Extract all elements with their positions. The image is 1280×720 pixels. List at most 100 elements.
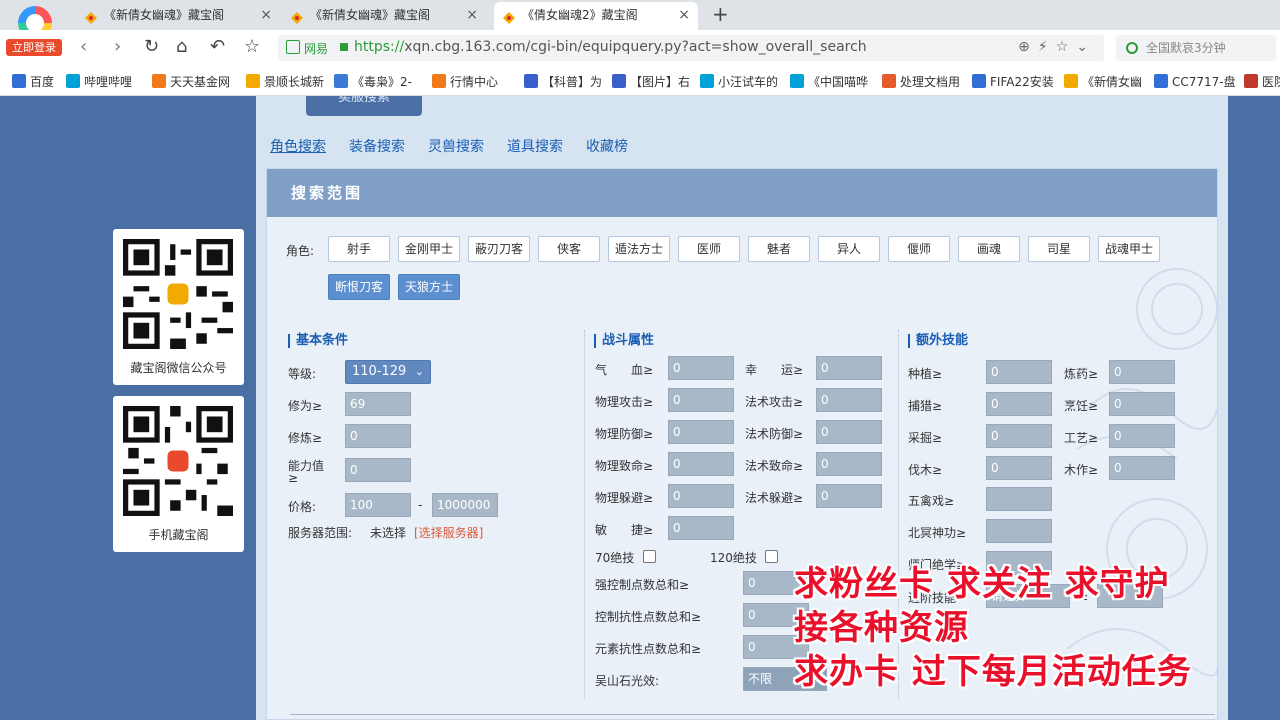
xiuwei-input[interactable]: 69: [345, 392, 411, 416]
combat-attr-input[interactable]: 0: [668, 452, 734, 476]
skill70-label: 70绝技: [595, 551, 635, 565]
bookmark-item[interactable]: 哔哩哔哩: [66, 73, 132, 90]
bookmark-item[interactable]: 百度: [12, 73, 54, 90]
lock-icon: [340, 43, 348, 51]
role-button[interactable]: 异人: [818, 236, 880, 262]
bookmark-item[interactable]: 《中国喵哗: [790, 73, 868, 90]
role-button[interactable]: 金刚甲士: [398, 236, 460, 262]
url-actions[interactable]: ⊕⚡☆⌄: [1018, 39, 1096, 55]
combat-attr-input[interactable]: 0: [668, 388, 734, 412]
role-button[interactable]: 战魂甲士: [1098, 236, 1160, 262]
life-skill-input[interactable]: 0: [1109, 392, 1175, 416]
server-search-tab[interactable]: 卖服搜索: [306, 96, 422, 116]
role-button[interactable]: 司星: [1028, 236, 1090, 262]
combat-attr-input[interactable]: 0: [668, 484, 734, 508]
bookmark-item[interactable]: 【科普】为: [524, 73, 602, 90]
tab-item-search[interactable]: 道具搜索: [507, 136, 563, 156]
price-max-input[interactable]: 1000000: [432, 493, 498, 517]
wuqinxi-input[interactable]: [986, 487, 1052, 511]
life-skill-input[interactable]: 0: [1109, 360, 1175, 384]
tab-favorites[interactable]: 收藏榜: [586, 136, 628, 156]
ability-input[interactable]: 0: [345, 458, 411, 482]
address-bar: ‹ › ↻ ⌂ ↶ ☆ 网易 https://xqn.cbg.163.com/c…: [0, 30, 1280, 66]
back-icon[interactable]: ‹: [80, 36, 87, 57]
close-tab-icon[interactable]: ×: [260, 2, 272, 28]
bookmark-item[interactable]: CC7717-盘: [1154, 73, 1236, 90]
skill70-checkbox[interactable]: [643, 550, 656, 563]
role-button[interactable]: 偃师: [888, 236, 950, 262]
star-icon[interactable]: ☆: [244, 36, 260, 57]
life-skill-input[interactable]: 0: [1109, 456, 1175, 480]
login-button[interactable]: 立即登录: [6, 39, 62, 56]
security-icon: [286, 40, 300, 54]
search-input[interactable]: 全国默哀3分钟: [1116, 35, 1276, 61]
life-skill-input[interactable]: 0: [986, 456, 1052, 480]
role-button[interactable]: 天狼方士: [398, 274, 460, 300]
combat-attr-input[interactable]: 0: [816, 420, 882, 444]
xiulian-input[interactable]: 0: [345, 424, 411, 448]
browser-tab[interactable]: 《新倩女幽魂》藏宝阁 ×: [282, 2, 486, 30]
bookmark-item[interactable]: FIFA22安装: [972, 73, 1054, 90]
combat-attr-input[interactable]: 0: [668, 420, 734, 444]
qr-code-icon: [123, 239, 233, 349]
url-field[interactable]: 网易 https://xqn.cbg.163.com/cgi-bin/equip…: [278, 35, 1104, 61]
combat-attr-input[interactable]: 0: [668, 356, 734, 380]
bookmark-item[interactable]: 医院: [1244, 73, 1280, 90]
life-skill-input[interactable]: 0: [986, 424, 1052, 448]
bookmark-item[interactable]: 《新倩女幽: [1064, 73, 1142, 90]
combat-attr-input[interactable]: 0: [816, 452, 882, 476]
browser-tab-active[interactable]: 《倩女幽魂2》藏宝阁 ×: [494, 2, 698, 30]
select-server-link[interactable]: [选择服务器]: [414, 524, 483, 541]
bookmark-item[interactable]: 《毒枭》2-: [334, 73, 412, 90]
close-tab-icon[interactable]: ×: [466, 2, 478, 28]
combat-attr-input[interactable]: 0: [816, 388, 882, 412]
browser-tab-bar: 《新倩女幽魂》藏宝阁 × 《新倩女幽魂》藏宝阁 × 《倩女幽魂2》藏宝阁 × +: [0, 0, 1280, 30]
forward-icon[interactable]: ›: [114, 36, 121, 57]
role-button[interactable]: 断恨刀客: [328, 274, 390, 300]
life-skill-input[interactable]: 0: [1109, 424, 1175, 448]
beiming-input[interactable]: [986, 519, 1052, 543]
close-tab-icon[interactable]: ×: [678, 2, 690, 28]
life-skill-input[interactable]: 0: [986, 392, 1052, 416]
bookmark-item[interactable]: 【图片】右: [612, 73, 690, 90]
home-icon[interactable]: ⌂: [176, 36, 187, 57]
new-tab-button[interactable]: +: [712, 2, 729, 26]
role-button[interactable]: 医师: [678, 236, 740, 262]
bookmark-item[interactable]: 小汪试车的: [700, 73, 778, 90]
url-text: https://xqn.cbg.163.com/cgi-bin/equipque…: [354, 39, 867, 55]
role-button[interactable]: 蔽刃刀客: [468, 236, 530, 262]
role-button[interactable]: 射手: [328, 236, 390, 262]
combat-attr-label: 物理致命≥: [595, 459, 654, 473]
bookmark-item[interactable]: 景顺长城新: [246, 73, 324, 90]
qr-code-icon: [123, 406, 233, 516]
combat-attr-input[interactable]: 0: [816, 356, 882, 380]
cbg-favicon-icon: [502, 8, 516, 24]
price-min-input[interactable]: 100: [345, 493, 411, 517]
level-select[interactable]: 110-129 ⌄: [345, 360, 431, 384]
bookmark-favicon-icon: [1154, 74, 1168, 88]
combat-attr-label: 物理躲避≥: [595, 491, 654, 505]
browser-tab[interactable]: 《新倩女幽魂》藏宝阁 ×: [76, 2, 280, 30]
cbg-favicon-icon: [84, 8, 98, 24]
role-label: 角色:: [286, 244, 315, 258]
skill120-checkbox[interactable]: [765, 550, 778, 563]
role-button[interactable]: 画魂: [958, 236, 1020, 262]
life-skill-label: 烹饪≥: [1064, 399, 1099, 413]
bookmark-item[interactable]: 处理文档用: [882, 73, 960, 90]
tab-role-search[interactable]: 角色搜索: [270, 136, 326, 156]
bookmarks-bar: 百度 哔哩哔哩 天天基金网 景顺长城新 《毒枭》2- 行情中心 【科普】为 【图片】右 小汪试车…: [0, 66, 1280, 96]
undo-icon[interactable]: ↶: [210, 36, 225, 57]
bookmark-item[interactable]: 行情中心: [432, 73, 498, 90]
role-button[interactable]: 侠客: [538, 236, 600, 262]
bookmark-item[interactable]: 天天基金网: [152, 73, 230, 90]
server-value: 未选择: [370, 526, 407, 540]
tab-pet-search[interactable]: 灵兽搜索: [428, 136, 484, 156]
life-skill-input[interactable]: 0: [986, 360, 1052, 384]
combat-attr-label: 敏 捷≥: [595, 523, 654, 537]
combat-attr-input[interactable]: 0: [668, 516, 734, 540]
combat-attr-input[interactable]: 0: [816, 484, 882, 508]
reload-icon[interactable]: ↻: [144, 36, 159, 57]
role-button[interactable]: 遁法方士: [608, 236, 670, 262]
tab-equip-search[interactable]: 装备搜索: [349, 136, 405, 156]
role-button[interactable]: 魅者: [748, 236, 810, 262]
